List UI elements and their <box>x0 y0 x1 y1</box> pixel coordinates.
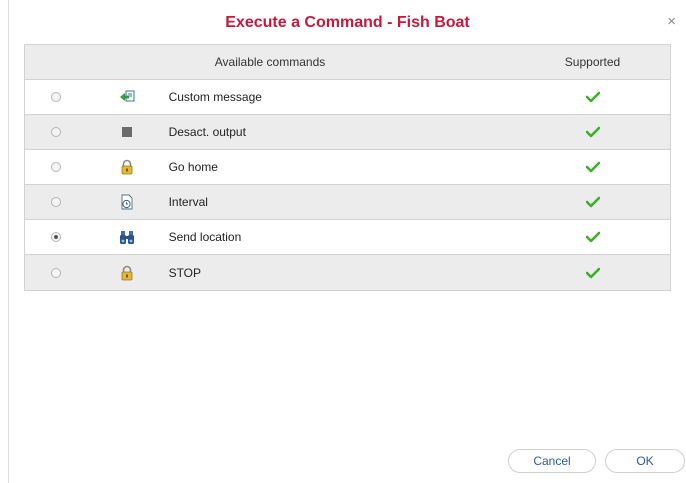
radio-button[interactable] <box>50 197 61 207</box>
commands-table: Available commands Supported Custom mess… <box>24 44 671 291</box>
command-label: Interval <box>168 195 208 209</box>
checkmark-icon <box>585 267 600 278</box>
table-row[interactable]: Interval <box>25 185 670 220</box>
table-row[interactable]: STOP <box>25 255 670 290</box>
command-label: Send location <box>168 230 242 244</box>
checkmark-icon <box>585 161 600 173</box>
checkmark-icon <box>585 231 600 243</box>
dialog-title: Execute a Command - Fish Boat <box>225 14 470 31</box>
binoculars-icon <box>119 231 134 244</box>
ok-button[interactable]: OK <box>605 449 685 473</box>
command-label: Go home <box>168 160 218 174</box>
table-row[interactable]: Go home <box>25 150 670 185</box>
lock-icon <box>121 265 133 280</box>
radio-button-selected[interactable] <box>50 232 61 242</box>
table-header: Available commands Supported <box>25 45 670 80</box>
radio-button[interactable] <box>50 267 61 278</box>
radio-button[interactable] <box>50 127 61 137</box>
close-icon[interactable]: × <box>667 14 676 30</box>
table-row[interactable]: Send location <box>25 220 670 255</box>
command-label: Desact. output <box>168 125 246 139</box>
checkmark-icon <box>585 126 600 138</box>
radio-button[interactable] <box>50 162 61 172</box>
table-row[interactable]: Desact. output <box>25 115 670 150</box>
table-row[interactable]: Custom message <box>25 80 670 115</box>
radio-button[interactable] <box>50 92 61 102</box>
checkmark-icon <box>585 196 600 208</box>
command-label: Custom message <box>168 90 262 104</box>
column-header-supported: Supported <box>564 55 621 69</box>
command-dialog: Execute a Command - Fish Boat × Availabl… <box>8 0 686 483</box>
message-arrow-icon <box>119 90 135 102</box>
stop-square-icon <box>121 127 132 137</box>
column-header-commands: Available commands <box>214 55 326 69</box>
document-clock-icon <box>121 194 133 210</box>
cancel-button[interactable]: Cancel <box>508 449 596 473</box>
command-label: STOP <box>168 265 202 280</box>
lock-icon <box>121 159 133 175</box>
checkmark-icon <box>585 91 600 103</box>
